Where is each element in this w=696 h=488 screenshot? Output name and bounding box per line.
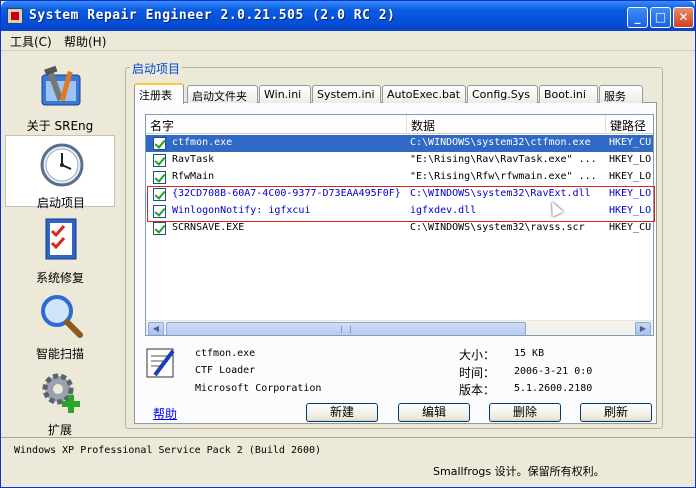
detail-name: ctfmon.exe [195, 348, 256, 359]
item-name: RfwMain [172, 171, 215, 182]
group-title: 启动项目 [130, 60, 183, 77]
scroll-left-arrow-icon[interactable]: ◀ [148, 322, 164, 335]
menu-tools[interactable]: 工具(C) [10, 33, 52, 50]
item-checkbox[interactable] [153, 171, 166, 184]
horizontal-scrollbar[interactable]: ◀ ▶ [146, 320, 653, 335]
menu-help[interactable]: 帮助(H) [64, 33, 106, 50]
help-link[interactable]: 帮助 [153, 405, 177, 422]
list-item[interactable]: ctfmon.exe C:\WINDOWS\system32\ctfmon.ex… [146, 135, 653, 152]
item-checkbox[interactable] [153, 222, 166, 235]
sidebar-item-label: 系统修复 [35, 271, 84, 285]
status-os: Windows XP Professional Service Pack 2 (… [14, 445, 322, 456]
menu-bar: 工具(C) 帮助(H) [1, 31, 695, 51]
item-name: {32CD708B-60A7-4C00-9377-D73EAA495F0F} [172, 188, 401, 199]
item-data: C:\WINDOWS\system32\ctfmon.exe [410, 137, 591, 148]
item-checkbox[interactable] [153, 188, 166, 201]
list-item[interactable]: SCRNSAVE.EXE C:\WINDOWS\system32\ravss.s… [146, 220, 653, 237]
item-key: HKEY_LO [609, 205, 652, 216]
detail-version-label: 版本： [459, 383, 496, 397]
item-name: WinlogonNotify: igfxcui [172, 205, 311, 216]
list-item[interactable]: RavTask "E:\Rising\Rav\RavTask.exe" ... … [146, 152, 653, 169]
detail-description: CTF Loader [195, 365, 256, 376]
item-checkbox[interactable] [153, 205, 166, 218]
list-item[interactable]: WinlogonNotify: igfxcui igfxdev.dll HKEY… [146, 203, 653, 220]
item-data: igfxdev.dll [410, 205, 477, 216]
window-title: System Repair Engineer 2.0.21.505 (2.0 R… [29, 8, 396, 23]
app-icon [7, 8, 23, 24]
tab-config-sys[interactable]: Config.Sys [467, 85, 538, 103]
tab-strip: 注册表 启动文件夹 Win.ini System.ini AutoExec.ba… [134, 83, 654, 104]
detail-size-value: 15 KB [514, 348, 545, 359]
item-data: C:\WINDOWS\system32\RavExt.dll [410, 188, 591, 199]
sidebar-item-about[interactable]: 关于 SREng [5, 59, 115, 133]
item-checkbox[interactable] [153, 154, 166, 167]
magnifier-icon [41, 295, 83, 338]
sidebar-item-label: 扩展 [47, 423, 72, 437]
tab-registry[interactable]: 注册表 [134, 83, 184, 104]
sidebar-item-extend[interactable]: 扩展 [5, 363, 115, 437]
item-data: C:\WINDOWS\system32\ravss.scr [410, 222, 585, 233]
detail-company: Microsoft Corporation [195, 383, 322, 394]
toolbox-icon [41, 65, 81, 106]
list-item[interactable]: {32CD708B-60A7-4C00-9377-D73EAA495F0F} C… [146, 186, 653, 203]
sidebar-item-label: 关于 SREng [26, 119, 94, 133]
tab-services[interactable]: 服务 [599, 85, 643, 103]
sidebar-item-startup[interactable]: 启动项目 [5, 135, 115, 210]
status-copyright: Smallfrogs 设计。保留所有权利。 [433, 465, 605, 478]
sidebar-item-repair[interactable]: 系统修复 [5, 211, 115, 285]
app-window: System Repair Engineer 2.0.21.505 (2.0 R… [0, 0, 696, 488]
startup-list[interactable]: 名字 数据 键路径 ctfmon.exe C:\WINDOWS\system32… [145, 114, 654, 336]
refresh-button[interactable]: 刷新 [580, 403, 652, 422]
sidebar-item-label: 启动项目 [36, 196, 85, 210]
delete-button[interactable]: 删除 [489, 403, 561, 422]
sidebar: 关于 SREng 启动项目 系统修复 智能扫描 扩展 [5, 55, 121, 437]
detail-size-label: 大小： [459, 348, 496, 362]
item-key: HKEY_LO [609, 188, 652, 199]
file-edit-icon [146, 348, 175, 378]
title-bar[interactable]: System Repair Engineer 2.0.21.505 (2.0 R… [1, 1, 695, 31]
sidebar-item-label: 智能扫描 [35, 347, 84, 361]
tab-win-ini[interactable]: Win.ini [259, 85, 311, 103]
checklist-icon [45, 218, 77, 260]
scroll-right-arrow-icon[interactable]: ▶ [635, 322, 651, 335]
detail-time-label: 时间： [459, 366, 496, 380]
item-name: ctfmon.exe [172, 137, 233, 148]
item-key: HKEY_LO [609, 171, 652, 182]
scroll-thumb[interactable] [166, 322, 526, 335]
close-button[interactable]: ✕ [673, 7, 694, 28]
item-name: SCRNSAVE.EXE [172, 222, 245, 233]
tab-system-ini[interactable]: System.ini [312, 85, 381, 103]
edit-button[interactable]: 编辑 [398, 403, 470, 422]
column-header-data[interactable]: 数据 [407, 115, 606, 134]
item-data: "E:\Rising\Rav\RavTask.exe" ... [410, 154, 597, 165]
detail-version-value: 5.1.2600.2180 [514, 383, 593, 394]
detail-time-value: 2006-3-21 0:0 [514, 366, 593, 377]
item-key: HKEY_LO [609, 154, 652, 165]
item-key: HKEY_CU [609, 137, 652, 148]
clock-icon [40, 143, 84, 187]
column-header-name[interactable]: 名字 [146, 115, 407, 134]
tab-autoexec[interactable]: AutoExec.bat [382, 85, 466, 103]
maximize-button[interactable]: □ [650, 7, 671, 28]
list-header: 名字 数据 键路径 [146, 115, 653, 134]
minimize-button[interactable]: _ [627, 7, 648, 28]
gear-plus-icon [42, 373, 80, 413]
item-checkbox[interactable] [153, 137, 166, 150]
tab-boot-ini[interactable]: Boot.ini [539, 85, 598, 103]
column-header-key[interactable]: 键路径 [606, 115, 653, 134]
item-name: RavTask [172, 154, 215, 165]
list-item[interactable]: RfwMain "E:\Rising\Rfw\rfwmain.exe" ... … [146, 169, 653, 186]
item-key: HKEY_CU [609, 222, 652, 233]
new-button[interactable]: 新建 [306, 403, 378, 422]
tab-startup-folder[interactable]: 启动文件夹 [187, 85, 258, 103]
item-data: "E:\Rising\Rfw\rfwmain.exe" ... [410, 171, 597, 182]
sidebar-item-scan[interactable]: 智能扫描 [5, 287, 115, 361]
